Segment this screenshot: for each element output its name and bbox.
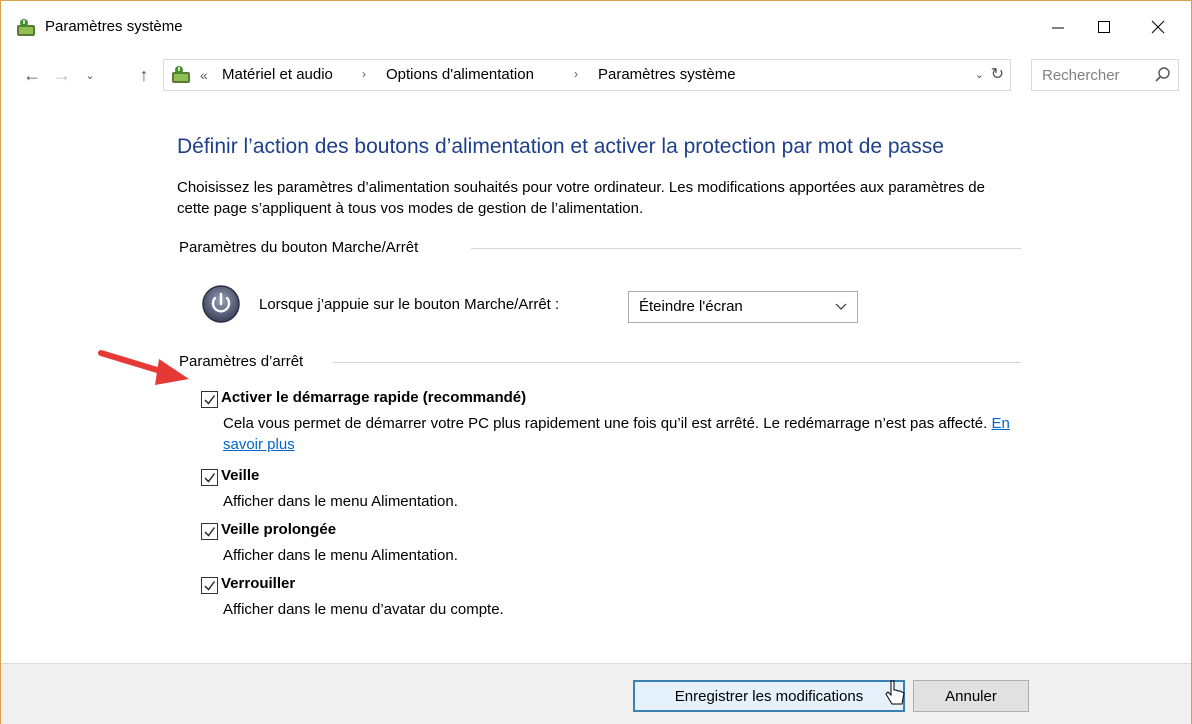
- maximize-button[interactable]: [1081, 7, 1127, 47]
- lock-description: Afficher dans le menu d’avatar du compte…: [223, 601, 504, 618]
- up-button[interactable]: ↑: [133, 63, 155, 87]
- sleep-description: Afficher dans le menu Alimentation.: [223, 493, 458, 510]
- hand-cursor-icon: [885, 680, 905, 705]
- back-button[interactable]: ←: [21, 63, 43, 87]
- sleep-label[interactable]: Veille: [221, 467, 259, 484]
- group-divider: [333, 362, 1021, 363]
- power-button-action-value: Éteindre l'écran: [639, 298, 743, 315]
- shutdown-group-label: Paramètres d’arrêt: [179, 353, 304, 370]
- power-button-group-label: Paramètres du bouton Marche/Arrêt: [179, 239, 419, 256]
- window-title: Paramètres système: [45, 18, 183, 35]
- power-button-icon: [202, 285, 240, 323]
- close-icon: [1151, 20, 1165, 34]
- checkmark-icon: [204, 473, 216, 483]
- address-dropdown-icon[interactable]: ⌄: [975, 68, 984, 81]
- breadcrumb-power-options[interactable]: Options d'alimentation: [386, 66, 534, 83]
- breadcrumb-system-settings[interactable]: Paramètres système: [598, 66, 736, 83]
- sleep-checkbox[interactable]: [201, 469, 218, 486]
- group-divider: [471, 248, 1021, 249]
- power-options-icon: [17, 19, 35, 36]
- hibernate-checkbox[interactable]: [201, 523, 218, 540]
- minimize-button[interactable]: [1035, 7, 1081, 47]
- title-bar: Paramètres système: [1, 1, 1191, 53]
- refresh-icon[interactable]: ↻: [991, 64, 1004, 84]
- forward-button[interactable]: →: [51, 63, 73, 87]
- breadcrumb-separator-icon[interactable]: ›: [362, 67, 366, 81]
- fast-startup-checkbox[interactable]: [201, 391, 218, 408]
- navigation-bar: ← → ⌄ ↑ « Matériel et audio › Options d'…: [1, 57, 1191, 93]
- fast-startup-label[interactable]: Activer le démarrage rapide (recommandé): [221, 389, 526, 406]
- cancel-button[interactable]: Annuler: [913, 680, 1029, 712]
- maximize-icon: [1098, 21, 1110, 33]
- recent-locations-button[interactable]: ⌄: [79, 63, 101, 87]
- chevron-down-icon: ⌄: [85, 69, 95, 82]
- breadcrumb-separator-icon[interactable]: ›: [574, 67, 578, 81]
- address-bar[interactable]: « Matériel et audio › Options d'alimenta…: [163, 59, 1011, 91]
- breadcrumb-hardware-sound[interactable]: Matériel et audio: [222, 66, 333, 83]
- fast-startup-description: Cela vous permet de démarrer votre PC pl…: [223, 413, 1023, 455]
- page-description: Choisissez les paramètres d’alimentation…: [177, 179, 985, 217]
- red-arrow-annotation: [98, 350, 189, 385]
- search-placeholder: Rechercher: [1042, 67, 1120, 84]
- hibernate-description: Afficher dans le menu Alimentation.: [223, 547, 458, 564]
- search-icon[interactable]: [1154, 66, 1172, 84]
- search-input[interactable]: Rechercher: [1031, 59, 1179, 91]
- lock-label[interactable]: Verrouiller: [221, 575, 295, 592]
- up-arrow-icon: ↑: [139, 64, 149, 85]
- power-button-action-label: Lorsque j’appuie sur le bouton Marche/Ar…: [259, 296, 560, 313]
- chevron-down-icon: [835, 303, 847, 310]
- power-options-icon: [172, 66, 190, 83]
- checkmark-icon: [204, 581, 216, 591]
- close-button[interactable]: [1135, 7, 1181, 47]
- footer-bar: Enregistrer les modifications Annuler: [1, 663, 1191, 724]
- lock-checkbox[interactable]: [201, 577, 218, 594]
- fast-startup-description-text: Cela vous permet de démarrer votre PC pl…: [223, 415, 988, 432]
- power-button-action-select[interactable]: Éteindre l'écran: [628, 291, 858, 323]
- back-arrow-icon: ←: [23, 64, 41, 85]
- save-changes-button[interactable]: Enregistrer les modifications: [633, 680, 905, 712]
- hibernate-label[interactable]: Veille prolongée: [221, 521, 336, 538]
- control-panel-window: Paramètres système ← → ⌄ ↑ « Matériel et…: [0, 0, 1192, 724]
- forward-arrow-icon: →: [53, 64, 71, 85]
- minimize-icon: [1052, 27, 1064, 29]
- checkmark-icon: [204, 395, 216, 405]
- breadcrumb-overflow-icon[interactable]: «: [200, 67, 208, 83]
- page-title: Définir l’action des boutons d’alimentat…: [177, 135, 944, 158]
- checkmark-icon: [204, 527, 216, 537]
